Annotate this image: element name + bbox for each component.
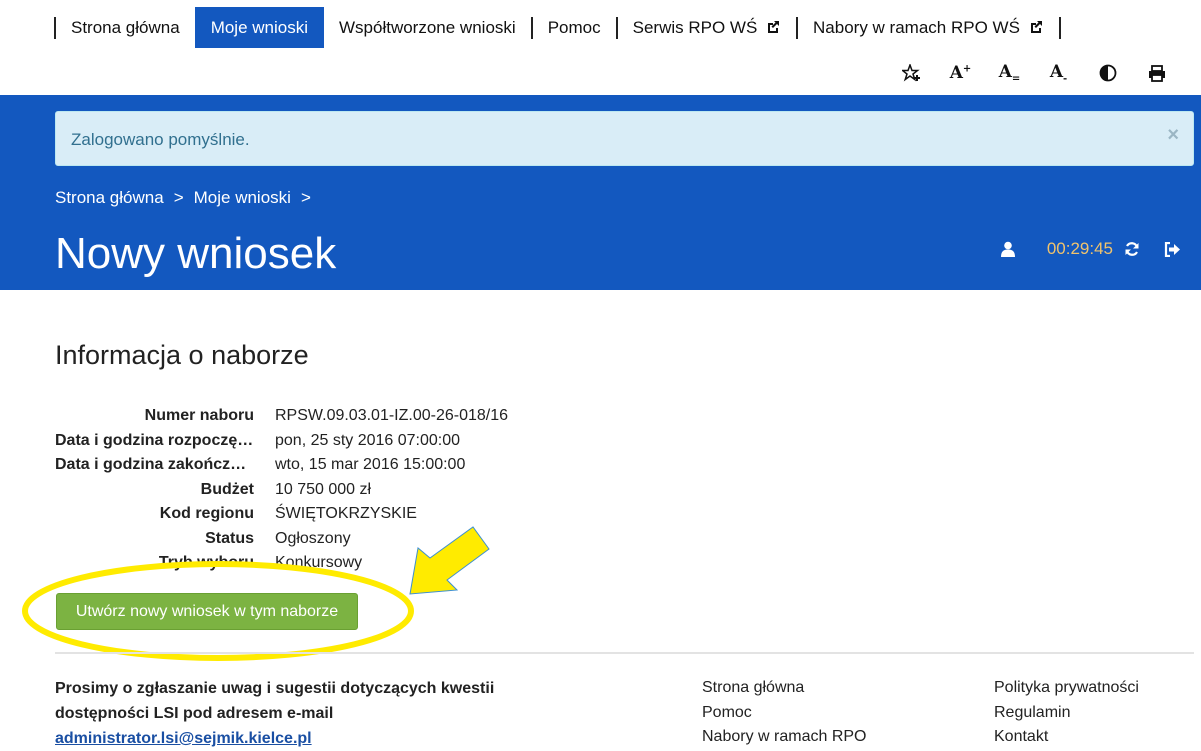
detail-label: Numer naboru — [144, 407, 254, 425]
breadcrumb-separator: > — [173, 188, 184, 207]
alert-message: Zalogowano pomyślnie. — [71, 130, 250, 149]
font-decrease-icon[interactable]: A- — [1034, 60, 1083, 86]
nav-item-my-applications[interactable]: Moje wnioski — [194, 7, 324, 48]
font-increase-icon[interactable]: A+ — [936, 60, 985, 86]
detail-row: Budżet 10 750 000 zł — [55, 478, 508, 503]
nav-item-help[interactable]: Pomoc — [533, 7, 616, 48]
nav-item-home[interactable]: Strona główna — [56, 7, 195, 48]
detail-value: Konkursowy — [275, 554, 363, 572]
session-tools: 00:29:45 — [997, 238, 1183, 260]
footer-links-primary: Strona główna Pomoc Nabory w ramach RPO — [702, 676, 867, 750]
contrast-icon[interactable] — [1083, 60, 1132, 86]
detail-row: Data i godzina rozpoczęcia pon, 25 sty 2… — [55, 429, 508, 454]
breadcrumb-separator: > — [300, 188, 311, 207]
footer-links-secondary: Polityka prywatności Regulamin Kontakt — [994, 676, 1139, 750]
font-default-icon[interactable]: A= — [985, 60, 1034, 86]
page-title: Nowy wniosek — [55, 229, 337, 278]
nav-item-recruitments[interactable]: Nabory w ramach RPO WŚ — [798, 7, 1059, 48]
footer-divider — [55, 652, 1194, 654]
detail-row: Data i godzina zakończenia wto, 15 mar 2… — [55, 453, 508, 478]
star-plus-icon[interactable] — [887, 60, 936, 86]
footer-link-contact[interactable]: Kontakt — [994, 725, 1139, 750]
nav-separator — [1058, 16, 1061, 39]
user-icon[interactable] — [997, 238, 1019, 260]
breadcrumb-home[interactable]: Strona główna — [55, 188, 164, 208]
nav-item-shared-applications[interactable]: Współtworzone wnioski — [324, 7, 531, 48]
detail-value: Ogłoszony — [275, 529, 351, 547]
detail-label: Kod regionu — [159, 505, 254, 523]
detail-value: pon, 25 sty 2016 07:00:00 — [275, 431, 461, 449]
footer-link-recruitments[interactable]: Nabory w ramach RPO — [702, 725, 867, 750]
detail-label: Status — [205, 529, 254, 547]
footer-accessibility-note: Prosimy o zgłaszanie uwag i sugestii dot… — [55, 676, 545, 751]
detail-value: wto, 15 mar 2016 15:00:00 — [275, 456, 466, 474]
footer-link-help[interactable]: Pomoc — [702, 701, 867, 726]
section-title: Informacja o naborze — [55, 340, 309, 370]
detail-row: Kod regionu ŚWIĘTOKRZYSKIE — [55, 502, 508, 527]
detail-row: Status Ogłoszony — [55, 527, 508, 552]
detail-value: ŚWIĘTOKRZYSKIE — [275, 505, 417, 523]
print-icon[interactable] — [1132, 60, 1181, 86]
footer-link-privacy[interactable]: Polityka prywatności — [994, 676, 1139, 701]
refresh-icon[interactable] — [1121, 238, 1143, 260]
detail-label: Budżet — [200, 480, 254, 498]
detail-row: Numer naboru RPSW.09.03.01-IZ.00-26-018/… — [55, 404, 508, 429]
login-success-alert: Zalogowano pomyślnie. × — [55, 111, 1194, 166]
footer-note-line: Prosimy o zgłaszanie uwag i sugestii dot… — [55, 680, 495, 697]
logout-icon[interactable] — [1161, 238, 1183, 260]
nav-item-rpo-service[interactable]: Serwis RPO WŚ — [618, 7, 796, 48]
footer-link-home[interactable]: Strona główna — [702, 676, 867, 701]
create-application-button[interactable]: Utwórz nowy wniosek w tym naborze — [56, 593, 358, 630]
external-link-icon — [1030, 21, 1042, 33]
breadcrumb: Strona główna > Moje wnioski > — [55, 188, 311, 208]
session-timer: 00:29:45 — [1046, 239, 1113, 258]
detail-label: Data i godzina rozpoczęcia — [55, 431, 254, 449]
recruitment-details: Numer naboru RPSW.09.03.01-IZ.00-26-018/… — [55, 404, 508, 576]
external-link-icon — [768, 21, 780, 33]
detail-value: 10 750 000 zł — [275, 480, 372, 498]
close-icon[interactable]: × — [1167, 124, 1179, 147]
footer-email-link[interactable]: administrator.lsi@sejmik.kielce.pl — [55, 730, 312, 747]
detail-label: Data i godzina zakończenia — [55, 456, 254, 474]
footer-link-terms[interactable]: Regulamin — [994, 701, 1139, 726]
main-nav: Strona główna Moje wnioski Współtworzone… — [54, 7, 1061, 48]
detail-label: Tryb wyboru — [158, 554, 254, 572]
breadcrumb-my-applications[interactable]: Moje wnioski — [194, 188, 291, 208]
detail-value: RPSW.09.03.01-IZ.00-26-018/16 — [275, 407, 509, 425]
accessibility-toolbar: A+ A= A- — [887, 60, 1181, 86]
footer-note-line: dostępności LSI pod adresem e-mail — [55, 705, 334, 722]
detail-row: Tryb wyboru Konkursowy — [55, 551, 508, 576]
